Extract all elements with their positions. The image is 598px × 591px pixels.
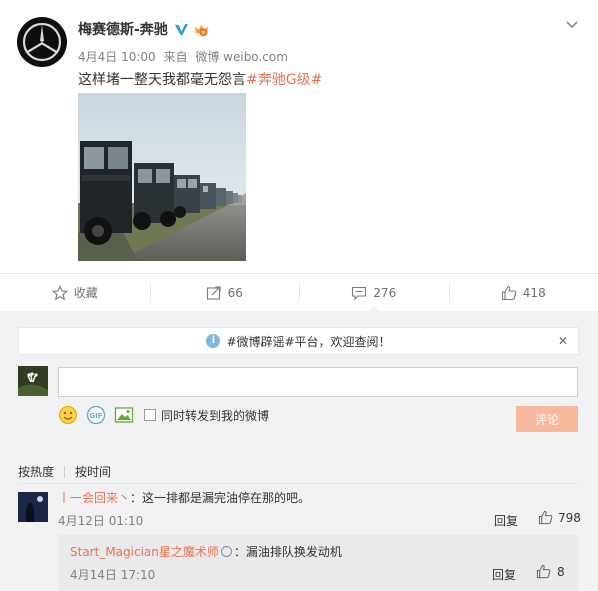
forward-checkbox[interactable] bbox=[144, 409, 156, 421]
comment-section: i #微博辟谣#平台，欢迎查阅！ ✕ GIF 同时转发到我的微博 评论 按热度 … bbox=[0, 311, 598, 591]
post-body: 这样堵一整天我都毫无怨言 bbox=[78, 72, 246, 88]
comment-body: ：这一排都是漏完油停在那的吧。 bbox=[130, 491, 311, 505]
comment-like-count: 798 bbox=[558, 510, 581, 525]
submit-comment-button[interactable]: 评论 bbox=[516, 406, 578, 432]
notice-text[interactable]: #微博辟谣#平台，欢迎查阅！ bbox=[226, 333, 390, 350]
svg-text:GIF: GIF bbox=[89, 412, 102, 420]
forward-label[interactable]: 同时转发到我的微博 bbox=[161, 407, 269, 424]
comment-like-button[interactable]: 798 bbox=[538, 510, 581, 525]
reply-time: 4月14日 17:10 bbox=[70, 568, 156, 582]
reply-reply-button[interactable]: 回复 bbox=[492, 566, 516, 583]
verified-v-icon[interactable] bbox=[174, 22, 189, 37]
sort-by-hot-tab[interactable]: 按热度 bbox=[18, 463, 54, 480]
repost-button[interactable]: 66 bbox=[149, 274, 300, 311]
comment-sort-tabs: 按热度 按时间 bbox=[18, 463, 111, 480]
repost-icon bbox=[206, 285, 221, 300]
sort-divider bbox=[64, 465, 66, 478]
post-date[interactable]: 4月4日 10:00 bbox=[78, 50, 156, 64]
medal-icon bbox=[220, 546, 232, 557]
post-image[interactable] bbox=[78, 93, 246, 261]
sort-by-time-tab[interactable]: 按时间 bbox=[75, 463, 111, 480]
source-prefix: 来自 bbox=[163, 50, 188, 64]
favorite-label: 收藏 bbox=[73, 286, 98, 300]
comment-input[interactable] bbox=[58, 367, 578, 397]
member-crown-icon[interactable] bbox=[193, 22, 210, 37]
reply-thread: Start_Magician星之魔术师 ：漏油排队换发动机 4月14日 17:10… bbox=[58, 535, 578, 591]
reply-like-count: 8 bbox=[557, 564, 565, 579]
comment-reply-button[interactable]: 回复 bbox=[494, 512, 518, 529]
mercedes-star-icon bbox=[22, 22, 62, 62]
divider bbox=[18, 483, 578, 484]
my-avatar-image bbox=[18, 366, 48, 396]
comment-text: 丨一会回来丶：这一排都是漏完油停在那的吧。 bbox=[58, 489, 310, 506]
commenter-avatar-image bbox=[18, 492, 48, 522]
reply-body: ：漏油排队换发动机 bbox=[233, 545, 342, 559]
repost-count: 66 bbox=[227, 285, 243, 300]
like-count: 418 bbox=[522, 285, 546, 300]
reply-text: Start_Magician星之魔术师 ：漏油排队换发动机 bbox=[70, 543, 342, 560]
thumbs-up-icon bbox=[501, 285, 517, 300]
author-row: 梅赛德斯-奔驰 bbox=[78, 19, 210, 39]
thumbs-up-icon bbox=[538, 510, 553, 525]
comment-icon bbox=[352, 286, 367, 300]
commenter-avatar[interactable] bbox=[18, 492, 48, 522]
star-icon bbox=[51, 284, 68, 300]
composer-tools: GIF 同时转发到我的微博 bbox=[58, 405, 269, 425]
image-upload-icon[interactable] bbox=[114, 405, 134, 425]
thumbs-up-icon bbox=[536, 564, 551, 579]
emoji-icon[interactable] bbox=[58, 405, 78, 425]
post-meta: 4月4日 10:00 来自 微博 weibo.com bbox=[78, 48, 292, 65]
weibo-post: 梅赛德斯-奔驰 4月4日 10:00 来自 微博 weibo.com 这样堵一整… bbox=[0, 0, 598, 273]
author-avatar[interactable] bbox=[17, 17, 67, 67]
gif-icon[interactable]: GIF bbox=[86, 405, 106, 425]
commenter-name[interactable]: 丨一会回来丶 bbox=[58, 491, 130, 505]
author-name[interactable]: 梅赛德斯-奔驰 bbox=[78, 19, 168, 39]
rumor-notice-banner[interactable]: i #微博辟谣#平台，欢迎查阅！ ✕ bbox=[18, 327, 579, 355]
chevron-down-icon[interactable] bbox=[564, 16, 580, 32]
comment-button[interactable]: 276 bbox=[299, 274, 449, 312]
like-button[interactable]: 418 bbox=[448, 274, 598, 311]
replier-name[interactable]: Start_Magician星之魔术师 bbox=[70, 545, 219, 559]
comment-time: 4月12日 01:10 bbox=[58, 514, 144, 528]
post-action-bar: 收藏 66 276 418 bbox=[0, 273, 598, 312]
post-source[interactable]: 微博 weibo.com bbox=[195, 50, 288, 64]
my-avatar[interactable] bbox=[18, 366, 48, 396]
post-text: 这样堵一整天我都毫无怨言#奔驰G级# bbox=[78, 69, 322, 89]
comment-count: 276 bbox=[373, 285, 397, 300]
close-icon[interactable]: ✕ bbox=[558, 334, 568, 348]
g-class-traffic-photo bbox=[78, 93, 246, 261]
reply-like-button[interactable]: 8 bbox=[536, 564, 565, 579]
info-icon: i bbox=[206, 334, 221, 348]
hashtag-link[interactable]: #奔驰G级# bbox=[246, 72, 322, 88]
favorite-button[interactable]: 收藏 bbox=[0, 274, 150, 311]
